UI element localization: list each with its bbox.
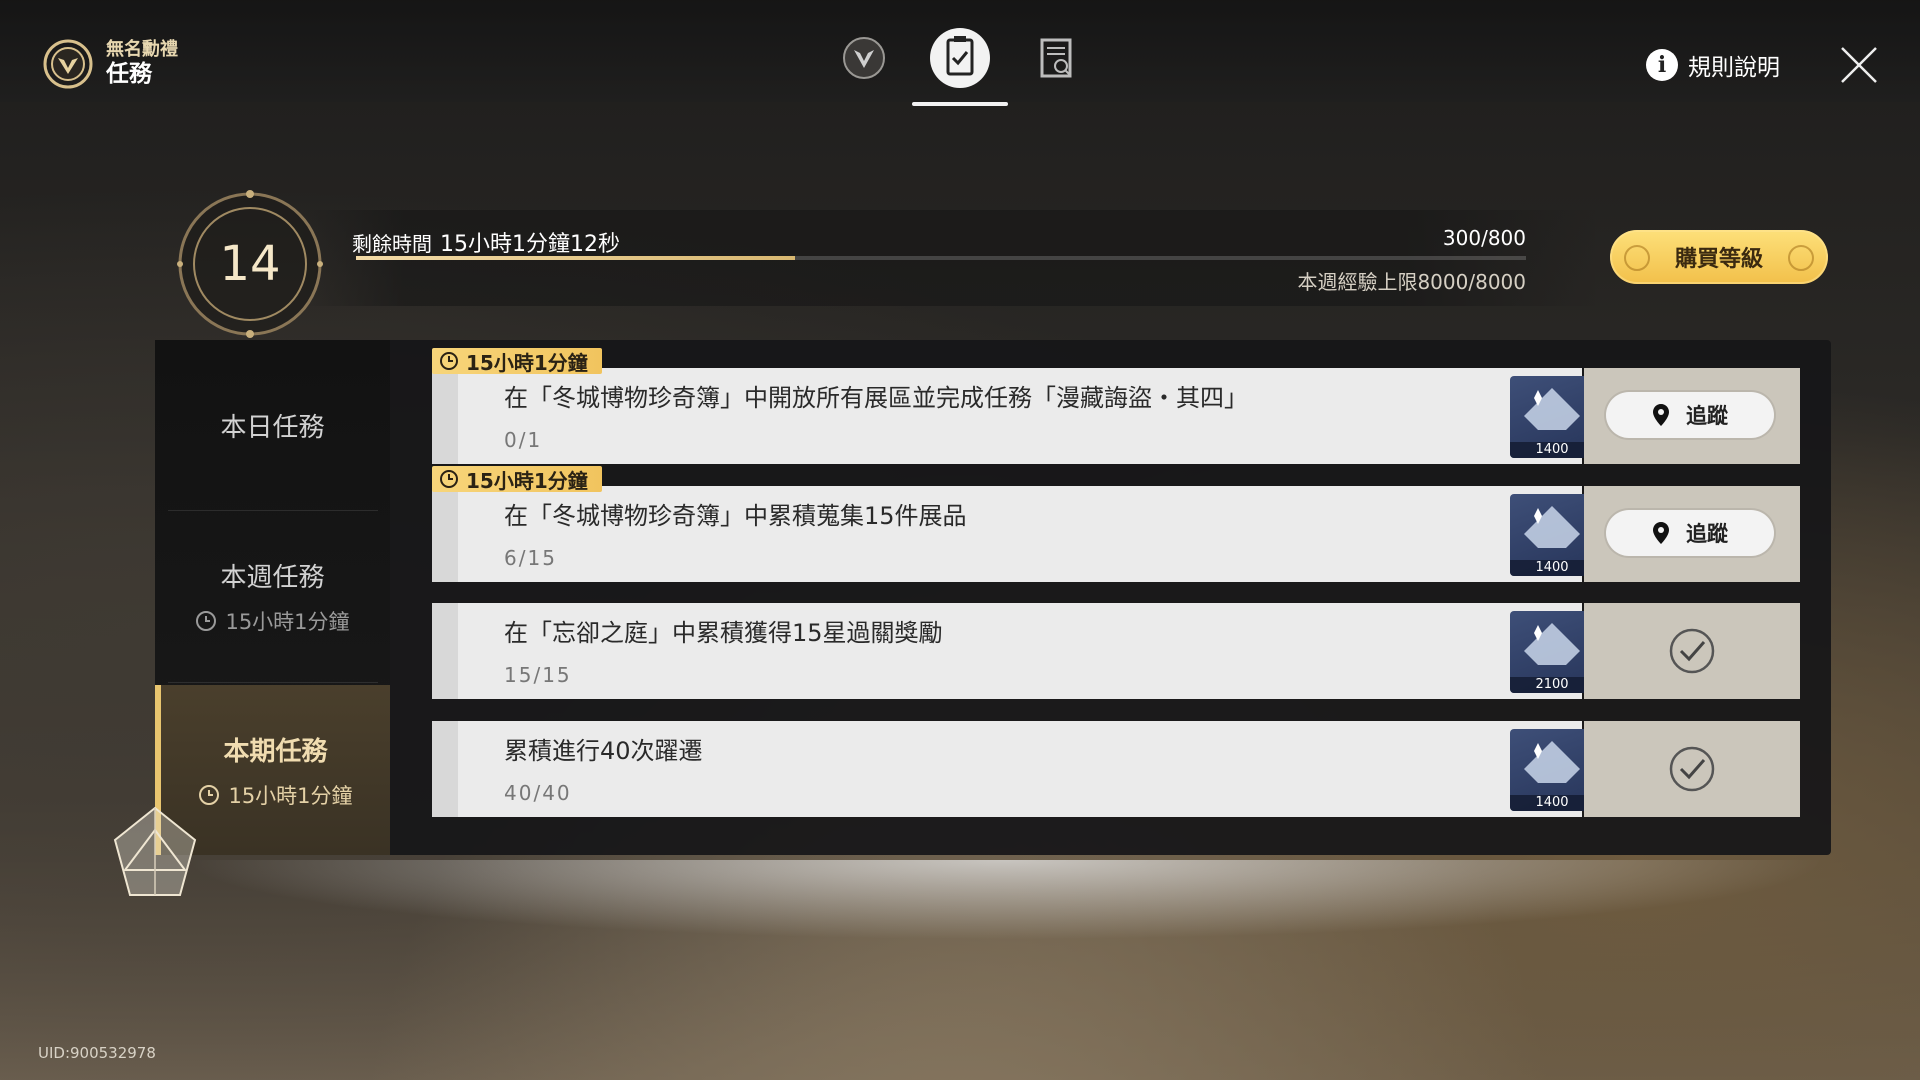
tab-rewards[interactable]: [830, 24, 898, 92]
task-timer-text: 15小時1分鐘: [466, 468, 588, 493]
location-pin-icon: [1653, 522, 1669, 544]
completed-check-icon: [1669, 628, 1715, 674]
sidebar-item-daily[interactable]: 本日任務: [155, 340, 390, 510]
task-description: 累積進行40次躍遷: [504, 737, 703, 765]
exp-value: 300/800: [1442, 226, 1526, 250]
deco-right-icon: [1788, 245, 1814, 271]
user-uid: UID:900532978: [38, 1044, 156, 1062]
sidebar-item-label: 本期任務: [223, 736, 328, 767]
task-action-area: 追蹤: [1584, 486, 1800, 582]
deco-left-icon: [1624, 245, 1650, 271]
tab-records[interactable]: [1022, 24, 1090, 92]
exp-reward-icon: [1524, 623, 1580, 665]
document-search-icon: [1040, 38, 1072, 78]
task-description: 在「冬城博物珍奇簿」中累積蒐集15件展品: [504, 502, 967, 530]
clock-icon: [440, 470, 458, 488]
track-button[interactable]: 追蹤: [1606, 392, 1774, 438]
task-card: 在「冬城博物珍奇簿」中開放所有展區並完成任務「漫藏誨盜・其四」 0/1 1400: [432, 368, 1594, 464]
task-timer-tag: 15小時1分鐘: [432, 466, 602, 493]
remaining-value: 15小時1分鐘12秒: [440, 232, 620, 257]
task-progress: 15/15: [504, 663, 572, 687]
rules-button[interactable]: i 規則說明: [1646, 48, 1780, 82]
reward-item: 2100: [1510, 611, 1594, 693]
reward-item: 1400: [1510, 494, 1594, 576]
track-button[interactable]: 追蹤: [1606, 510, 1774, 556]
sidebar-item-label: 本日任務: [220, 412, 325, 443]
remaining-time: 剩餘時間 15小時1分鐘12秒: [352, 226, 620, 258]
task-row: 在「忘卻之庭」中累積獲得15星過關獎勵 15/15 2100: [432, 603, 1800, 699]
remaining-label: 剩餘時間: [352, 232, 432, 256]
close-icon[interactable]: [1838, 44, 1880, 86]
tab-tasks[interactable]: [912, 24, 1008, 106]
sidebar-divider: [168, 682, 378, 683]
sidebar-item-timer: 15小時1分鐘: [198, 780, 353, 810]
task-row: 在「冬城博物珍奇簿」中開放所有展區並完成任務「漫藏誨盜・其四」 0/1 1400…: [432, 348, 1800, 464]
location-pin-icon: [1653, 404, 1669, 426]
task-row: 累積進行40次躍遷 40/40 1400: [432, 721, 1800, 817]
task-row: 在「冬城博物珍奇簿」中累積蒐集15件展品 6/15 1400 15小時1分鐘 追…: [432, 466, 1800, 582]
clipboard-check-icon: [930, 28, 990, 88]
brand-subtitle: 無名勳禮: [106, 39, 178, 61]
sidebar-divider: [168, 510, 378, 511]
reward-amount: 1400: [1510, 795, 1594, 811]
brand: 無名勳禮 任務: [42, 38, 178, 90]
task-progress: 0/1: [504, 428, 543, 452]
reward-amount: 1400: [1510, 560, 1594, 576]
reward-amount: 2100: [1510, 677, 1594, 693]
task-description: 在「忘卻之庭」中累積獲得15星過關獎勵: [504, 619, 943, 647]
sidebar-item-timer: 15小時1分鐘: [195, 606, 350, 636]
clock-icon: [196, 610, 217, 631]
emblem-icon: [843, 37, 885, 79]
reward-amount: 1400: [1510, 442, 1594, 458]
nameless-honor-icon: [43, 39, 93, 89]
task-action-area: 追蹤: [1584, 368, 1800, 464]
track-label: 追蹤: [1686, 522, 1728, 546]
completed-check-icon: [1669, 746, 1715, 792]
info-icon: i: [1646, 49, 1678, 81]
task-progress: 40/40: [504, 781, 572, 805]
exp-reward-icon: [1524, 506, 1580, 548]
task-card: 在「忘卻之庭」中累積獲得15星過關獎勵 15/15 2100: [432, 603, 1594, 699]
exp-progress-bar: [356, 256, 1526, 260]
buy-level-button[interactable]: 購買等級: [1610, 230, 1828, 284]
crystal-star-icon: [113, 806, 197, 896]
task-card: 累積進行40次躍遷 40/40 1400: [432, 721, 1594, 817]
sidebar-timer-text: 15小時1分鐘: [228, 783, 353, 808]
task-card: 在「冬城博物珍奇簿」中累積蒐集15件展品 6/15 1400: [432, 486, 1594, 582]
sidebar-item-label: 本週任務: [220, 562, 325, 593]
reward-item: 1400: [1510, 729, 1594, 811]
page-title: 任務: [106, 61, 152, 87]
track-label: 追蹤: [1686, 404, 1728, 428]
sidebar-timer-text: 15小時1分鐘: [225, 609, 350, 634]
level-badge: 14: [170, 184, 330, 344]
weekly-exp-cap: 本週經驗上限8000/8000: [1297, 270, 1526, 294]
exp-reward-icon: [1524, 741, 1580, 783]
tab-bar: [830, 24, 1090, 106]
exp-reward-icon: [1524, 388, 1580, 430]
exp-progress-fill: [356, 256, 795, 260]
task-action-area: [1584, 721, 1800, 817]
task-progress: 6/15: [504, 546, 557, 570]
sidebar-item-weekly[interactable]: 本週任務 15小時1分鐘: [155, 512, 390, 680]
task-category-sidebar: 本日任務 本週任務 15小時1分鐘 本期任務 15小時1分鐘: [155, 340, 390, 855]
clock-icon: [440, 352, 458, 370]
level-number: 14: [219, 236, 281, 292]
task-timer-tag: 15小時1分鐘: [432, 348, 602, 375]
buy-level-label: 購買等級: [1674, 247, 1763, 272]
task-action-area: [1584, 603, 1800, 699]
task-timer-text: 15小時1分鐘: [466, 350, 588, 375]
task-description: 在「冬城博物珍奇簿」中開放所有展區並完成任務「漫藏誨盜・其四」: [504, 384, 1248, 412]
floor-glow: [180, 860, 1830, 940]
rules-label: 規則說明: [1688, 55, 1780, 81]
reward-item: 1400: [1510, 376, 1594, 458]
